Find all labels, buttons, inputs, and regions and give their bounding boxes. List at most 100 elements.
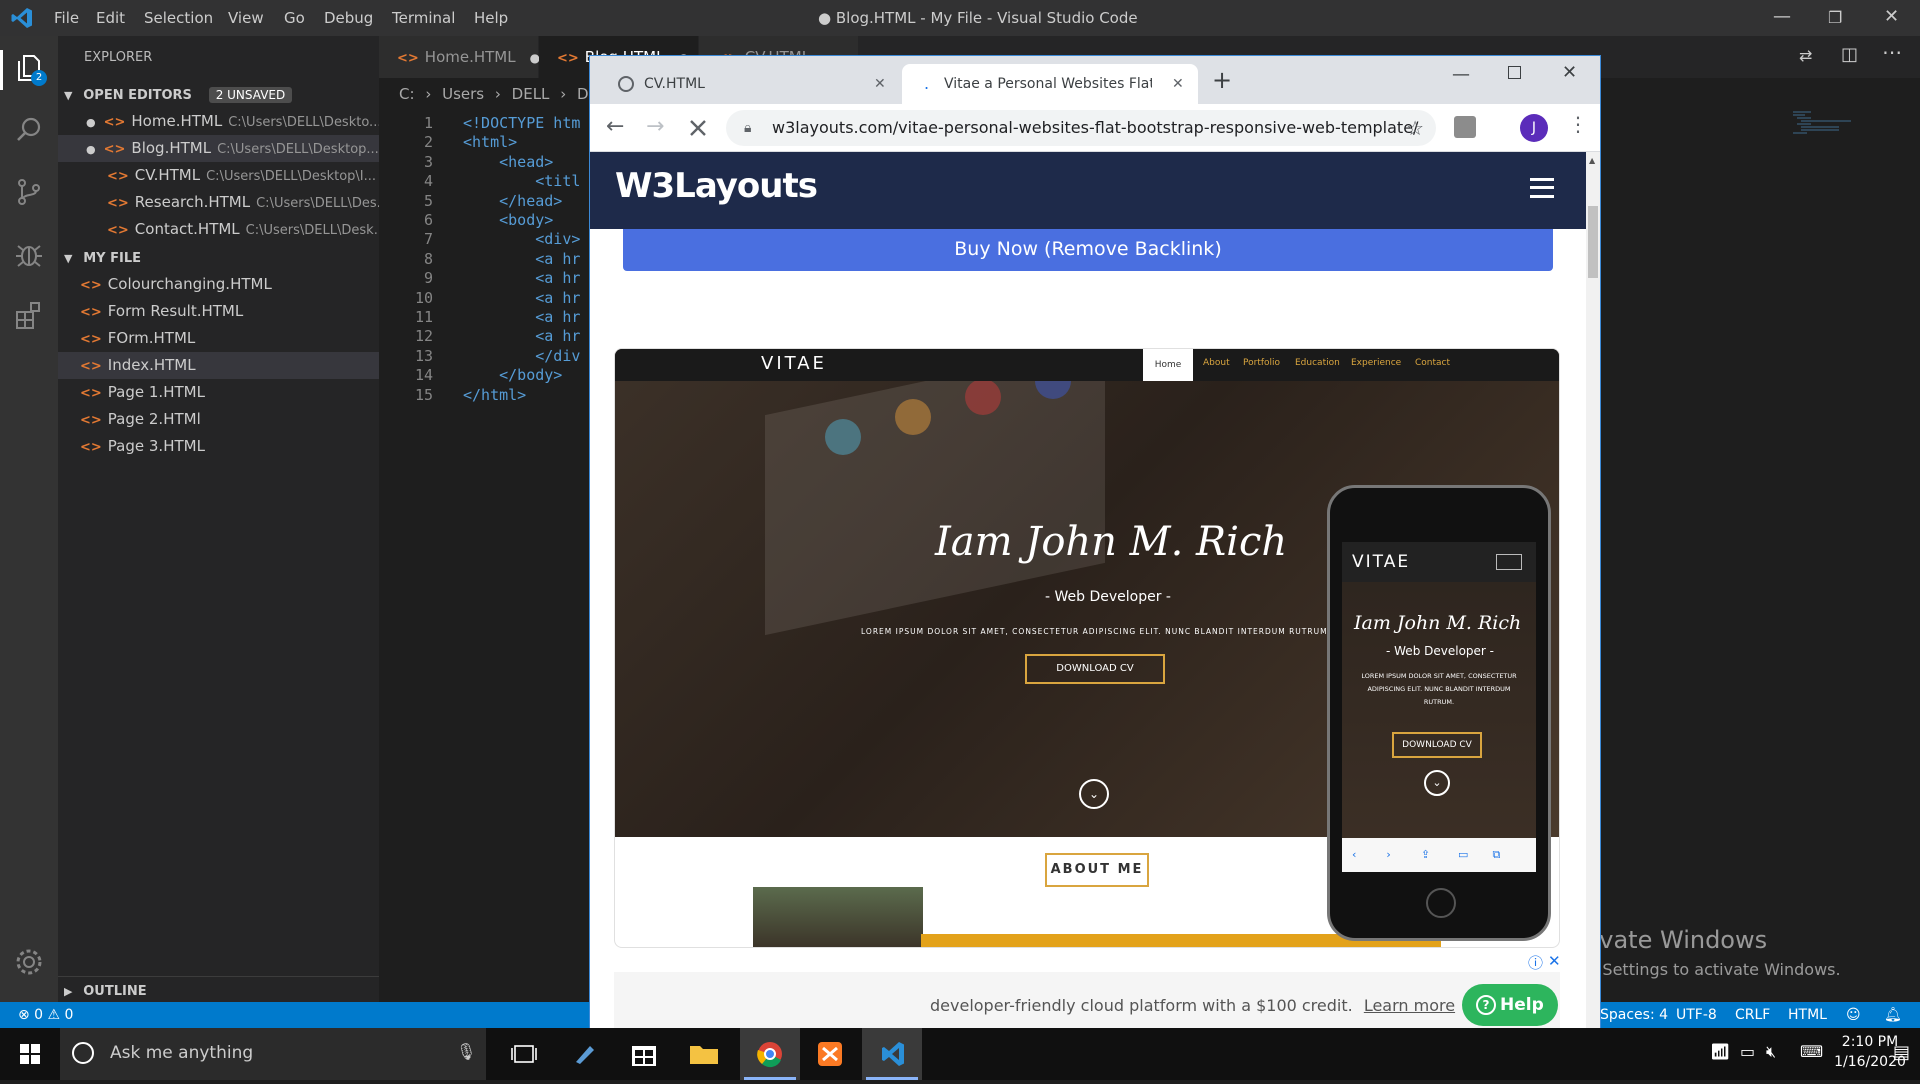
notifications-bell-icon[interactable]: 🔔︎ xyxy=(1884,1002,1902,1028)
template-preview-card[interactable]: VITAE Home About Portfolio Education Exp… xyxy=(614,348,1560,948)
encoding-status[interactable]: UTF-8 xyxy=(1676,1002,1717,1028)
menu-view[interactable]: View xyxy=(228,9,264,27)
ad-container[interactable]: developer-friendly cloud platform with a… xyxy=(614,972,1560,1029)
chrome-minimize-icon[interactable]: — xyxy=(1452,64,1470,85)
stop-loading-icon[interactable] xyxy=(688,118,708,138)
file-path: C:\Users\DELL\Desk... xyxy=(245,223,379,238)
file-item[interactable]: <> Page 1.HTML xyxy=(58,379,379,406)
tab-home[interactable]: <> Home.HTML ● xyxy=(379,36,540,78)
eol-status[interactable]: CRLF xyxy=(1735,1002,1770,1028)
extensions-icon[interactable] xyxy=(13,300,45,332)
feedback-icon[interactable]: ☺ xyxy=(1846,1002,1861,1028)
open-editor-cv[interactable]: <> CV.HTML C:\Users\DELL\Desktop\I... xyxy=(58,162,379,189)
source-control-icon[interactable] xyxy=(13,176,45,208)
avg-extension-icon[interactable] xyxy=(1454,116,1476,138)
profile-avatar[interactable]: J xyxy=(1520,114,1548,142)
html-file-icon: <> xyxy=(80,413,102,428)
tab-close-icon[interactable]: ✕ xyxy=(874,64,886,104)
indentation-status[interactable]: Spaces: 4 xyxy=(1600,1002,1668,1028)
vitae-nav: VITAE Home About Portfolio Education Exp… xyxy=(615,349,1559,381)
chrome-menu-icon[interactable]: ⋮ xyxy=(1568,112,1588,136)
open-editors-header[interactable]: ▼ OPEN EDITORS 2 UNSAVED xyxy=(58,81,379,108)
file-item[interactable]: <> Form Result.HTML xyxy=(58,298,379,325)
back-arrow-icon[interactable]: ← xyxy=(606,114,624,139)
address-bar[interactable]: 🔒︎ w3layouts.com/vitae-personal-websites… xyxy=(726,110,1436,146)
lock-icon: 🔒︎ xyxy=(744,120,752,136)
file-explorer-icon[interactable] xyxy=(674,1028,734,1080)
w3layouts-brand[interactable]: W3Layouts xyxy=(615,166,818,206)
scrollbar-thumb[interactable] xyxy=(1588,206,1598,278)
file-item[interactable]: <> Colourchanging.HTML xyxy=(58,271,379,298)
pinned-app-icon[interactable] xyxy=(554,1028,614,1080)
new-tab-plus-icon[interactable]: + xyxy=(1212,66,1232,94)
forward-arrow-icon[interactable]: → xyxy=(646,114,664,139)
menu-go[interactable]: Go xyxy=(284,9,305,27)
phone-scroll-down-icon: ⌄ xyxy=(1424,770,1450,796)
tab-close-icon[interactable]: ✕ xyxy=(1172,64,1184,104)
close-icon[interactable]: ✕ xyxy=(1884,6,1899,27)
scroll-up-arrow-icon[interactable]: ▲ xyxy=(1589,156,1595,165)
line-number: 11 xyxy=(414,308,433,326)
chrome-taskbar-icon[interactable] xyxy=(740,1028,800,1080)
breadcrumb-item[interactable]: Users xyxy=(442,85,484,103)
compare-icon[interactable]: ⇄ xyxy=(1799,46,1812,65)
hamburger-menu-icon[interactable] xyxy=(1530,178,1554,198)
xampp-icon[interactable] xyxy=(800,1028,860,1080)
action-center-icon[interactable]: ▤ xyxy=(1893,1042,1910,1063)
file-name: Index.HTML xyxy=(107,356,196,374)
file-item[interactable]: <> Index.HTML xyxy=(58,352,379,379)
ad-info-icon[interactable]: ⓘ xyxy=(1528,952,1543,973)
menu-debug[interactable]: Debug xyxy=(324,9,373,27)
taskbar-search-box[interactable]: Ask me anything 🎙︎ xyxy=(60,1028,486,1080)
open-editor-research[interactable]: <> Research.HTML C:\Users\DELL\Des... xyxy=(58,189,379,216)
debug-icon[interactable] xyxy=(13,238,45,270)
battery-icon[interactable]: ▭ xyxy=(1740,1042,1755,1061)
restore-icon[interactable]: ❐ xyxy=(1828,8,1842,27)
task-view-icon[interactable] xyxy=(494,1028,554,1080)
code-line: <!DOCTYPE htm xyxy=(463,114,581,132)
breadcrumb-item[interactable]: C: xyxy=(399,85,415,103)
buy-now-button[interactable]: Buy Now (Remove Backlink) xyxy=(623,229,1553,271)
menu-selection[interactable]: Selection xyxy=(144,9,213,27)
problems-indicator[interactable]: ⊗ 0 ⚠ 0 xyxy=(18,1002,73,1028)
chrome-maximize-icon[interactable] xyxy=(1508,66,1521,79)
input-method-icon[interactable]: ⌨︎ xyxy=(1800,1042,1823,1061)
outline-header[interactable]: ▶ OUTLINE xyxy=(58,976,379,1003)
windows-start-icon[interactable] xyxy=(0,1028,60,1080)
open-editor-contact[interactable]: <> Contact.HTML C:\Users\DELL\Desk... xyxy=(58,216,379,243)
more-actions-icon[interactable]: ⋯ xyxy=(1882,40,1902,64)
bookmark-star-icon[interactable]: ☆ xyxy=(1406,110,1424,146)
language-status[interactable]: HTML xyxy=(1788,1002,1827,1028)
minimap[interactable] xyxy=(1791,110,1871,140)
menu-terminal[interactable]: Terminal xyxy=(392,9,455,27)
chrome-close-icon[interactable]: ✕ xyxy=(1562,62,1577,83)
ad-close-icon[interactable]: ✕ xyxy=(1548,952,1561,970)
folder-header[interactable]: ▼ MY FILE xyxy=(58,244,379,271)
file-item[interactable]: <> Page 2.HTMl xyxy=(58,406,379,433)
file-item[interactable]: <> Page 3.HTML xyxy=(58,433,379,460)
page-scrollbar[interactable]: ▲ xyxy=(1586,152,1600,1029)
help-button[interactable]: ? Help xyxy=(1462,984,1558,1026)
split-editor-icon[interactable]: ◫ xyxy=(1841,44,1858,65)
line-number: 7 xyxy=(423,230,433,249)
file-item[interactable]: <> FOrm.HTML xyxy=(58,325,379,352)
volume-muted-icon[interactable]: 🔇︎ xyxy=(1766,1042,1776,1062)
menu-help[interactable]: Help xyxy=(474,9,508,27)
network-icon[interactable]: 📶︎ xyxy=(1710,1042,1730,1061)
search-icon[interactable] xyxy=(13,114,45,146)
microsoft-store-icon[interactable] xyxy=(614,1028,674,1080)
chrome-tab-vitae[interactable]: . Vitae a Personal Websites Flat Bo ✕ xyxy=(902,64,1198,104)
ad-learn-more-link[interactable]: Learn more xyxy=(1364,996,1455,1015)
open-editor-blog[interactable]: ● <> Blog.HTML C:\Users\DELL\Desktop... xyxy=(58,135,379,162)
settings-gear-icon[interactable] xyxy=(13,946,45,978)
breadcrumb-item[interactable]: DELL xyxy=(512,85,550,103)
microphone-icon[interactable]: 🎙︎ xyxy=(456,1042,476,1061)
menu-file[interactable]: File xyxy=(54,9,79,27)
explorer-icon[interactable]: 2 xyxy=(13,52,47,86)
open-editor-home[interactable]: ● <> Home.HTML C:\Users\DELL\Deskto... xyxy=(58,108,379,135)
chrome-tab-cv[interactable]: CV.HTML ✕ xyxy=(602,64,902,104)
minimize-icon[interactable]: — xyxy=(1773,6,1791,27)
menu-edit[interactable]: Edit xyxy=(96,9,125,27)
ad-text: developer-friendly cloud platform with a… xyxy=(930,996,1455,1015)
vscode-taskbar-icon[interactable] xyxy=(862,1028,922,1080)
